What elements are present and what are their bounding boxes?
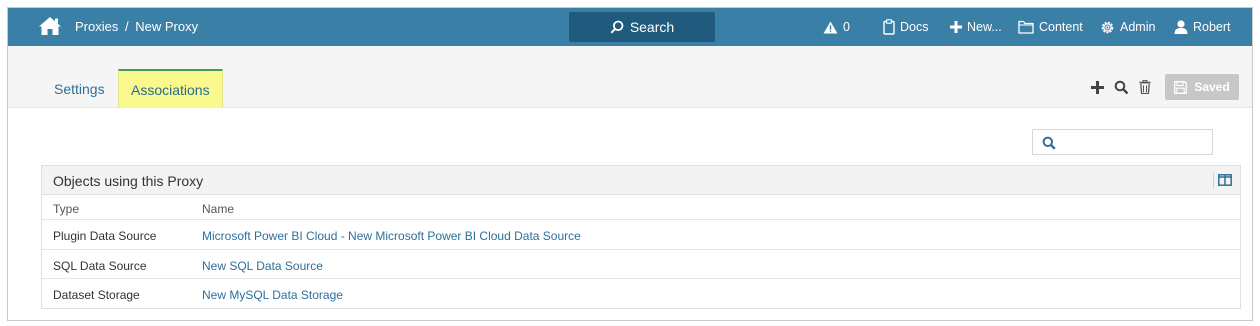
columns-icon — [1218, 174, 1232, 186]
row-type: Dataset Storage — [53, 288, 140, 302]
top-bar: Proxies / New Proxy Search 0 Docs New...… — [8, 8, 1252, 46]
plus-icon — [950, 21, 962, 33]
breadcrumb-separator: / — [124, 19, 129, 34]
breadcrumb-parent[interactable]: Proxies — [75, 19, 118, 34]
add-button[interactable] — [1089, 79, 1105, 95]
warning-icon — [823, 21, 838, 33]
plus-icon — [1090, 80, 1104, 94]
user-icon — [1174, 20, 1188, 34]
action-toolbar: Saved — [1089, 74, 1239, 100]
folder-icon — [1018, 20, 1034, 34]
content-link[interactable]: Content — [1018, 8, 1083, 46]
search-icon — [610, 20, 624, 34]
column-header-name[interactable]: Name — [202, 202, 234, 216]
trash-icon — [1139, 80, 1151, 94]
search-icon — [1042, 136, 1056, 150]
row-name-link[interactable]: New SQL Data Source — [202, 259, 323, 273]
row-type: SQL Data Source — [53, 258, 147, 273]
user-menu[interactable]: Robert — [1174, 8, 1231, 46]
new-label: New... — [967, 20, 1002, 34]
home-icon[interactable] — [38, 16, 64, 38]
column-header-type[interactable]: Type — [53, 202, 79, 216]
floppy-icon — [1174, 80, 1188, 94]
breadcrumb-current: New Proxy — [135, 19, 199, 34]
breadcrumb: Proxies / New Proxy — [75, 19, 198, 34]
alerts-button[interactable]: 0 — [823, 8, 850, 46]
admin-label: Admin — [1120, 20, 1156, 34]
magnifier-icon — [1114, 80, 1128, 94]
tab-bar: Settings Associations Saved — [8, 46, 1252, 108]
gear-icon — [1101, 21, 1114, 33]
user-label: Robert — [1193, 20, 1231, 34]
delete-button[interactable] — [1137, 79, 1153, 95]
table-row: SQL Data Source New SQL Data Source — [42, 250, 1240, 279]
panel-title: Objects using this Proxy — [53, 173, 204, 189]
row-name-link[interactable]: New MySQL Data Storage — [202, 288, 343, 302]
table-row: Dataset Storage New MySQL Data Storage — [42, 279, 1240, 309]
content-label: Content — [1039, 20, 1083, 34]
table-header-row: Type Name — [42, 195, 1240, 220]
row-type: Plugin Data Source — [53, 229, 157, 243]
panel-header: Objects using this Proxy — [42, 166, 1240, 195]
admin-link[interactable]: Admin — [1100, 8, 1155, 46]
filter-input[interactable] — [1032, 129, 1213, 155]
tab-settings[interactable]: Settings — [42, 69, 117, 108]
search-label: Search — [629, 19, 675, 35]
associations-panel: Objects using this Proxy Type Name Plugi… — [41, 165, 1241, 309]
columns-toggle-button[interactable] — [1218, 174, 1232, 189]
tab-associations[interactable]: Associations — [118, 69, 223, 108]
header-divider — [1213, 173, 1214, 188]
tab-associations-label: Associations — [131, 81, 210, 98]
clipboard-icon — [883, 19, 895, 35]
saved-button[interactable]: Saved — [1165, 74, 1239, 100]
saved-label: Saved — [1194, 80, 1230, 94]
find-button[interactable] — [1113, 79, 1129, 95]
new-menu[interactable]: New... — [950, 8, 1002, 46]
tab-settings-label: Settings — [54, 80, 105, 97]
docs-link[interactable]: Docs — [883, 8, 928, 46]
table-row: Plugin Data Source Microsoft Power BI Cl… — [42, 220, 1240, 250]
app-window: Proxies / New Proxy Search 0 Docs New...… — [7, 7, 1253, 321]
row-name-link[interactable]: Microsoft Power BI Cloud - New Microsoft… — [202, 229, 581, 243]
global-search-button[interactable]: Search — [569, 12, 715, 42]
alerts-count: 0 — [843, 20, 850, 34]
docs-label: Docs — [900, 20, 929, 34]
